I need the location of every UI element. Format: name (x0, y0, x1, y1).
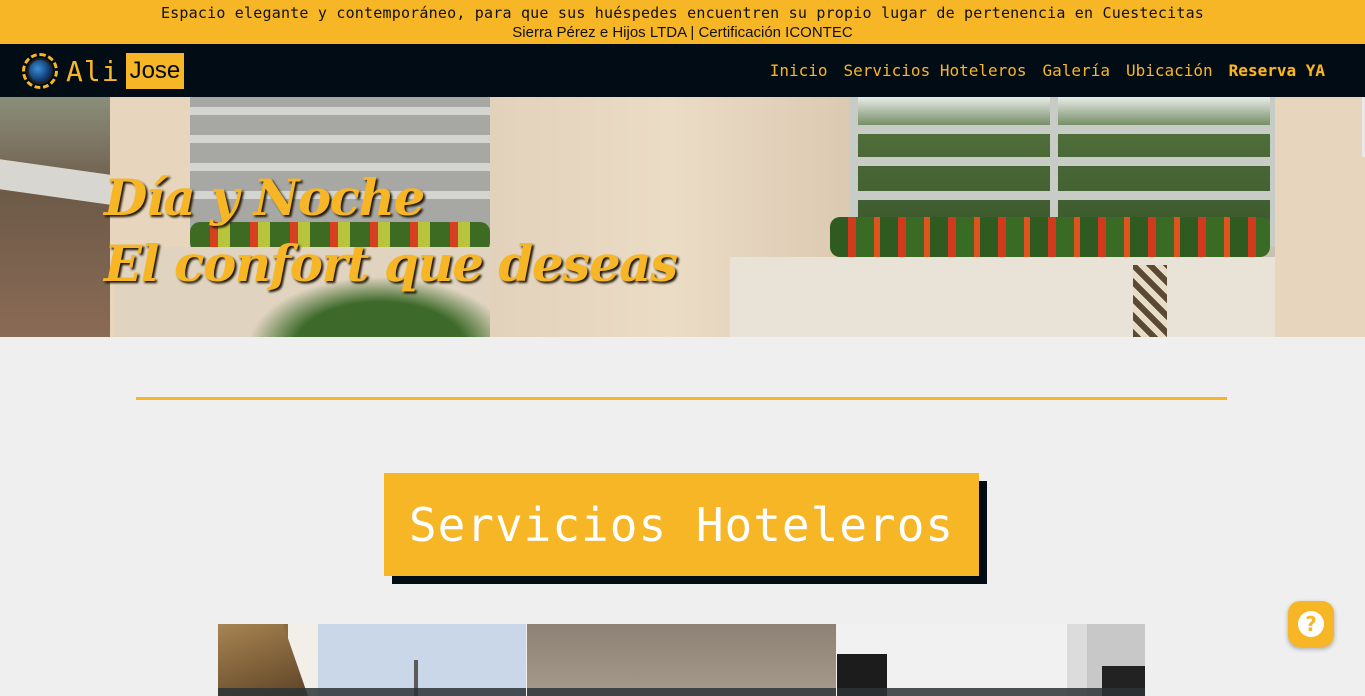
reserva-button[interactable]: Reserva YA (1229, 61, 1325, 80)
nav-ubicacion[interactable]: Ubicación (1126, 61, 1213, 80)
top-banner: Espacio elegante y contemporáneo, para q… (0, 0, 1365, 44)
service-card[interactable] (836, 624, 1145, 696)
company-info: Sierra Pérez e Hijos LTDA | Certificació… (512, 24, 853, 41)
section-title: Servicios Hoteleros (384, 473, 979, 576)
hero-banner: Día y Noche El confort que deseas (0, 97, 1365, 337)
nav-servicios-hoteleros[interactable]: Servicios Hoteleros (844, 61, 1027, 80)
logo[interactable]: Ali Jose (22, 52, 185, 90)
section-heading: Servicios Hoteleros (384, 473, 987, 584)
main-nav: Inicio Servicios Hoteleros Galería Ubica… (754, 44, 1325, 97)
nav-galeria[interactable]: Galería (1043, 61, 1110, 80)
service-card[interactable] (527, 624, 836, 696)
hero-title: Día y Noche El confort que deseas (104, 165, 678, 297)
question-icon: ? (1298, 611, 1324, 637)
tagline: Espacio elegante y contemporáneo, para q… (160, 4, 1205, 22)
logo-text-jose: Jose (125, 53, 185, 89)
hero-line-2: El confort que deseas (104, 234, 678, 293)
nav-inicio[interactable]: Inicio (770, 61, 828, 80)
section-divider (136, 397, 1227, 400)
help-button[interactable]: ? (1288, 601, 1334, 647)
service-card[interactable] (218, 624, 527, 696)
logo-text-ali: Ali (66, 54, 120, 88)
service-cards (218, 624, 1146, 696)
logo-icon (22, 53, 58, 89)
hero-line-1: Día y Noche (104, 168, 425, 227)
navbar: Ali Jose Inicio Servicios Hoteleros Gale… (0, 44, 1365, 97)
